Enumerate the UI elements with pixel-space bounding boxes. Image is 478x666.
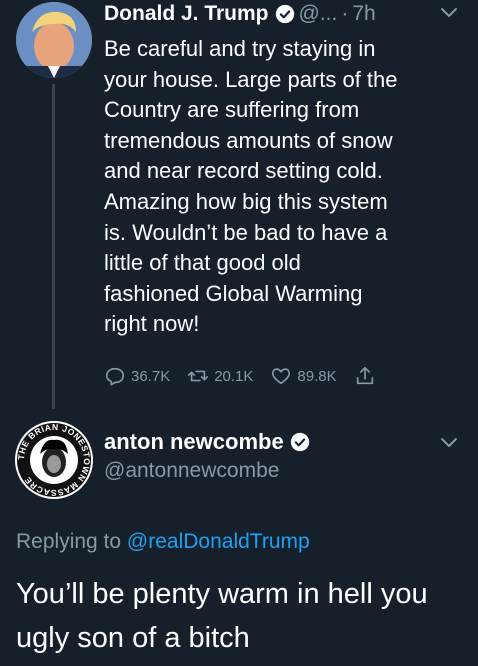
like-count: 89.8K [297, 367, 337, 385]
reply-count: 36.7K [131, 367, 171, 385]
action-bar: 36.7K 20.1K 89.8K [104, 364, 398, 388]
reply-text: You’ll be plenty warm in hell you ugly s… [16, 578, 428, 654]
reply-name-row: anton newcombe [104, 429, 314, 455]
verified-badge-icon [275, 4, 294, 24]
share-button[interactable] [354, 365, 381, 387]
original-tweet[interactable]: Donald J. Trump @... · 7h Be careful and… [0, 0, 478, 410]
tweet-text: Be careful and try staying in your house… [104, 36, 398, 337]
display-name[interactable]: Donald J. Trump [104, 2, 269, 26]
display-name[interactable]: anton newcombe [104, 429, 284, 455]
chevron-down-icon[interactable] [440, 436, 458, 450]
handle[interactable]: @... [299, 2, 338, 26]
reply-tweet-header[interactable]: THE BRIAN JONESTOWN MASSACRE anton newco… [0, 412, 478, 512]
replying-to-line: Replying to @realDonaldTrump [16, 530, 310, 554]
separator: · [341, 2, 349, 25]
avatar[interactable]: THE BRIAN JONESTOWN MASSACRE [14, 420, 94, 500]
mention-link[interactable]: @realDonaldTrump [127, 530, 310, 553]
chevron-down-icon[interactable] [440, 6, 458, 20]
band-logo-avatar: THE BRIAN JONESTOWN MASSACRE [15, 421, 93, 499]
tweet-header: Donald J. Trump @... · 7h [104, 0, 376, 28]
share-icon [356, 366, 373, 385]
thread-line [52, 84, 55, 409]
avatar[interactable] [16, 2, 92, 78]
reply-button[interactable]: 36.7K [104, 365, 170, 387]
retweet-icon [188, 370, 209, 382]
retweet-button[interactable]: 20.1K [187, 365, 253, 387]
like-button[interactable]: 89.8K [270, 365, 337, 387]
retweet-count: 20.1K [214, 367, 254, 385]
handle[interactable]: @antonnewcombe [104, 459, 279, 483]
replying-to-prefix: Replying to [16, 530, 127, 553]
avatar-portrait [16, 2, 92, 78]
verified-badge-icon [290, 432, 309, 452]
reply-icon [105, 367, 125, 386]
heart-icon [272, 368, 291, 385]
timestamp[interactable]: 7h [352, 2, 375, 26]
